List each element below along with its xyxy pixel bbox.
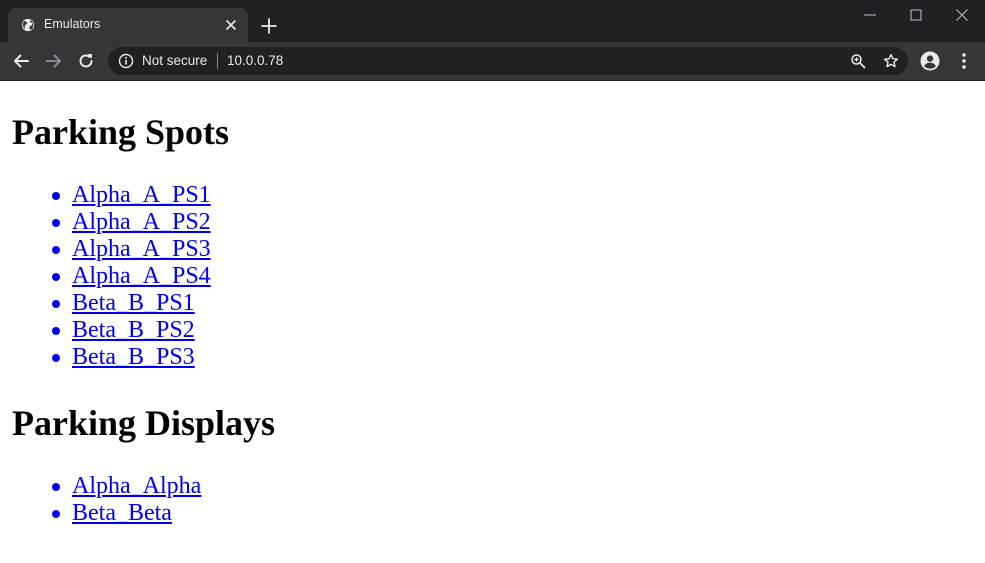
security-label[interactable]: Not secure: [142, 53, 207, 68]
parking-spots-list: Alpha_A_PS1 Alpha_A_PS2 Alpha_A_PS3 Alph…: [0, 182, 211, 371]
list-item: Beta_Beta: [52, 500, 201, 527]
tab-title: Emulators: [44, 17, 101, 31]
more-vert-icon[interactable]: [956, 52, 972, 70]
list-item: Beta_B_PS2: [52, 317, 211, 344]
forward-button[interactable]: [45, 52, 63, 70]
list-item: Alpha_A_PS1: [52, 182, 211, 209]
browser-window: Emulators Not secure 10.0.0.78 Parking S…: [0, 0, 985, 563]
section-heading-parking-spots: Parking Spots: [12, 112, 230, 152]
link-alpha-a-ps4[interactable]: Alpha_A_PS4: [72, 263, 211, 289]
list-item: Alpha_A_PS4: [52, 263, 211, 290]
link-beta-b-ps1[interactable]: Beta_B_PS1: [72, 290, 195, 316]
bullet: [52, 483, 60, 491]
bullet: [52, 273, 60, 281]
parking-displays-list: Alpha_Alpha Beta_Beta: [0, 473, 201, 527]
bullet: [52, 327, 60, 335]
maximize-icon[interactable]: [909, 8, 923, 22]
address-bar[interactable]: Not secure 10.0.0.78: [108, 47, 908, 75]
list-item: Beta_B_PS1: [52, 290, 211, 317]
url-text[interactable]: 10.0.0.78: [227, 53, 283, 68]
account-icon[interactable]: [920, 51, 940, 71]
omnibox-divider: [217, 53, 218, 69]
link-beta-b-ps2[interactable]: Beta_B_PS2: [72, 317, 195, 343]
bullet: [52, 192, 60, 200]
info-icon[interactable]: [118, 53, 134, 69]
link-beta-beta[interactable]: Beta_Beta: [72, 500, 172, 526]
bullet: [52, 246, 60, 254]
link-alpha-a-ps2[interactable]: Alpha_A_PS2: [72, 209, 211, 235]
star-icon[interactable]: [883, 53, 899, 69]
list-item: Alpha_A_PS2: [52, 209, 211, 236]
back-button[interactable]: [12, 52, 30, 70]
tab-emulators[interactable]: Emulators: [8, 8, 248, 42]
list-item: Alpha_A_PS3: [52, 236, 211, 263]
close-icon[interactable]: [224, 18, 238, 32]
list-item: Alpha_Alpha: [52, 473, 201, 500]
section-heading-parking-displays: Parking Displays: [12, 403, 276, 443]
globe-icon: [21, 18, 35, 32]
bullet: [52, 219, 60, 227]
window-close-icon[interactable]: [955, 8, 969, 22]
link-alpha-alpha[interactable]: Alpha_Alpha: [72, 473, 201, 499]
link-alpha-a-ps1[interactable]: Alpha_A_PS1: [72, 182, 211, 208]
page-content: Parking Spots Alpha_A_PS1 Alpha_A_PS2 Al…: [0, 81, 985, 563]
bullet: [52, 510, 60, 518]
zoom-icon[interactable]: [850, 53, 866, 69]
tab-strip: Emulators: [0, 0, 985, 42]
link-beta-b-ps3[interactable]: Beta_B_PS3: [72, 344, 195, 370]
plus-icon[interactable]: [260, 17, 278, 35]
link-alpha-a-ps3[interactable]: Alpha_A_PS3: [72, 236, 211, 262]
list-item: Beta_B_PS3: [52, 344, 211, 371]
minimize-icon[interactable]: [863, 8, 877, 22]
toolbar: Not secure 10.0.0.78: [0, 42, 985, 81]
reload-button[interactable]: [77, 52, 95, 70]
bullet: [52, 300, 60, 308]
bullet: [52, 354, 60, 362]
